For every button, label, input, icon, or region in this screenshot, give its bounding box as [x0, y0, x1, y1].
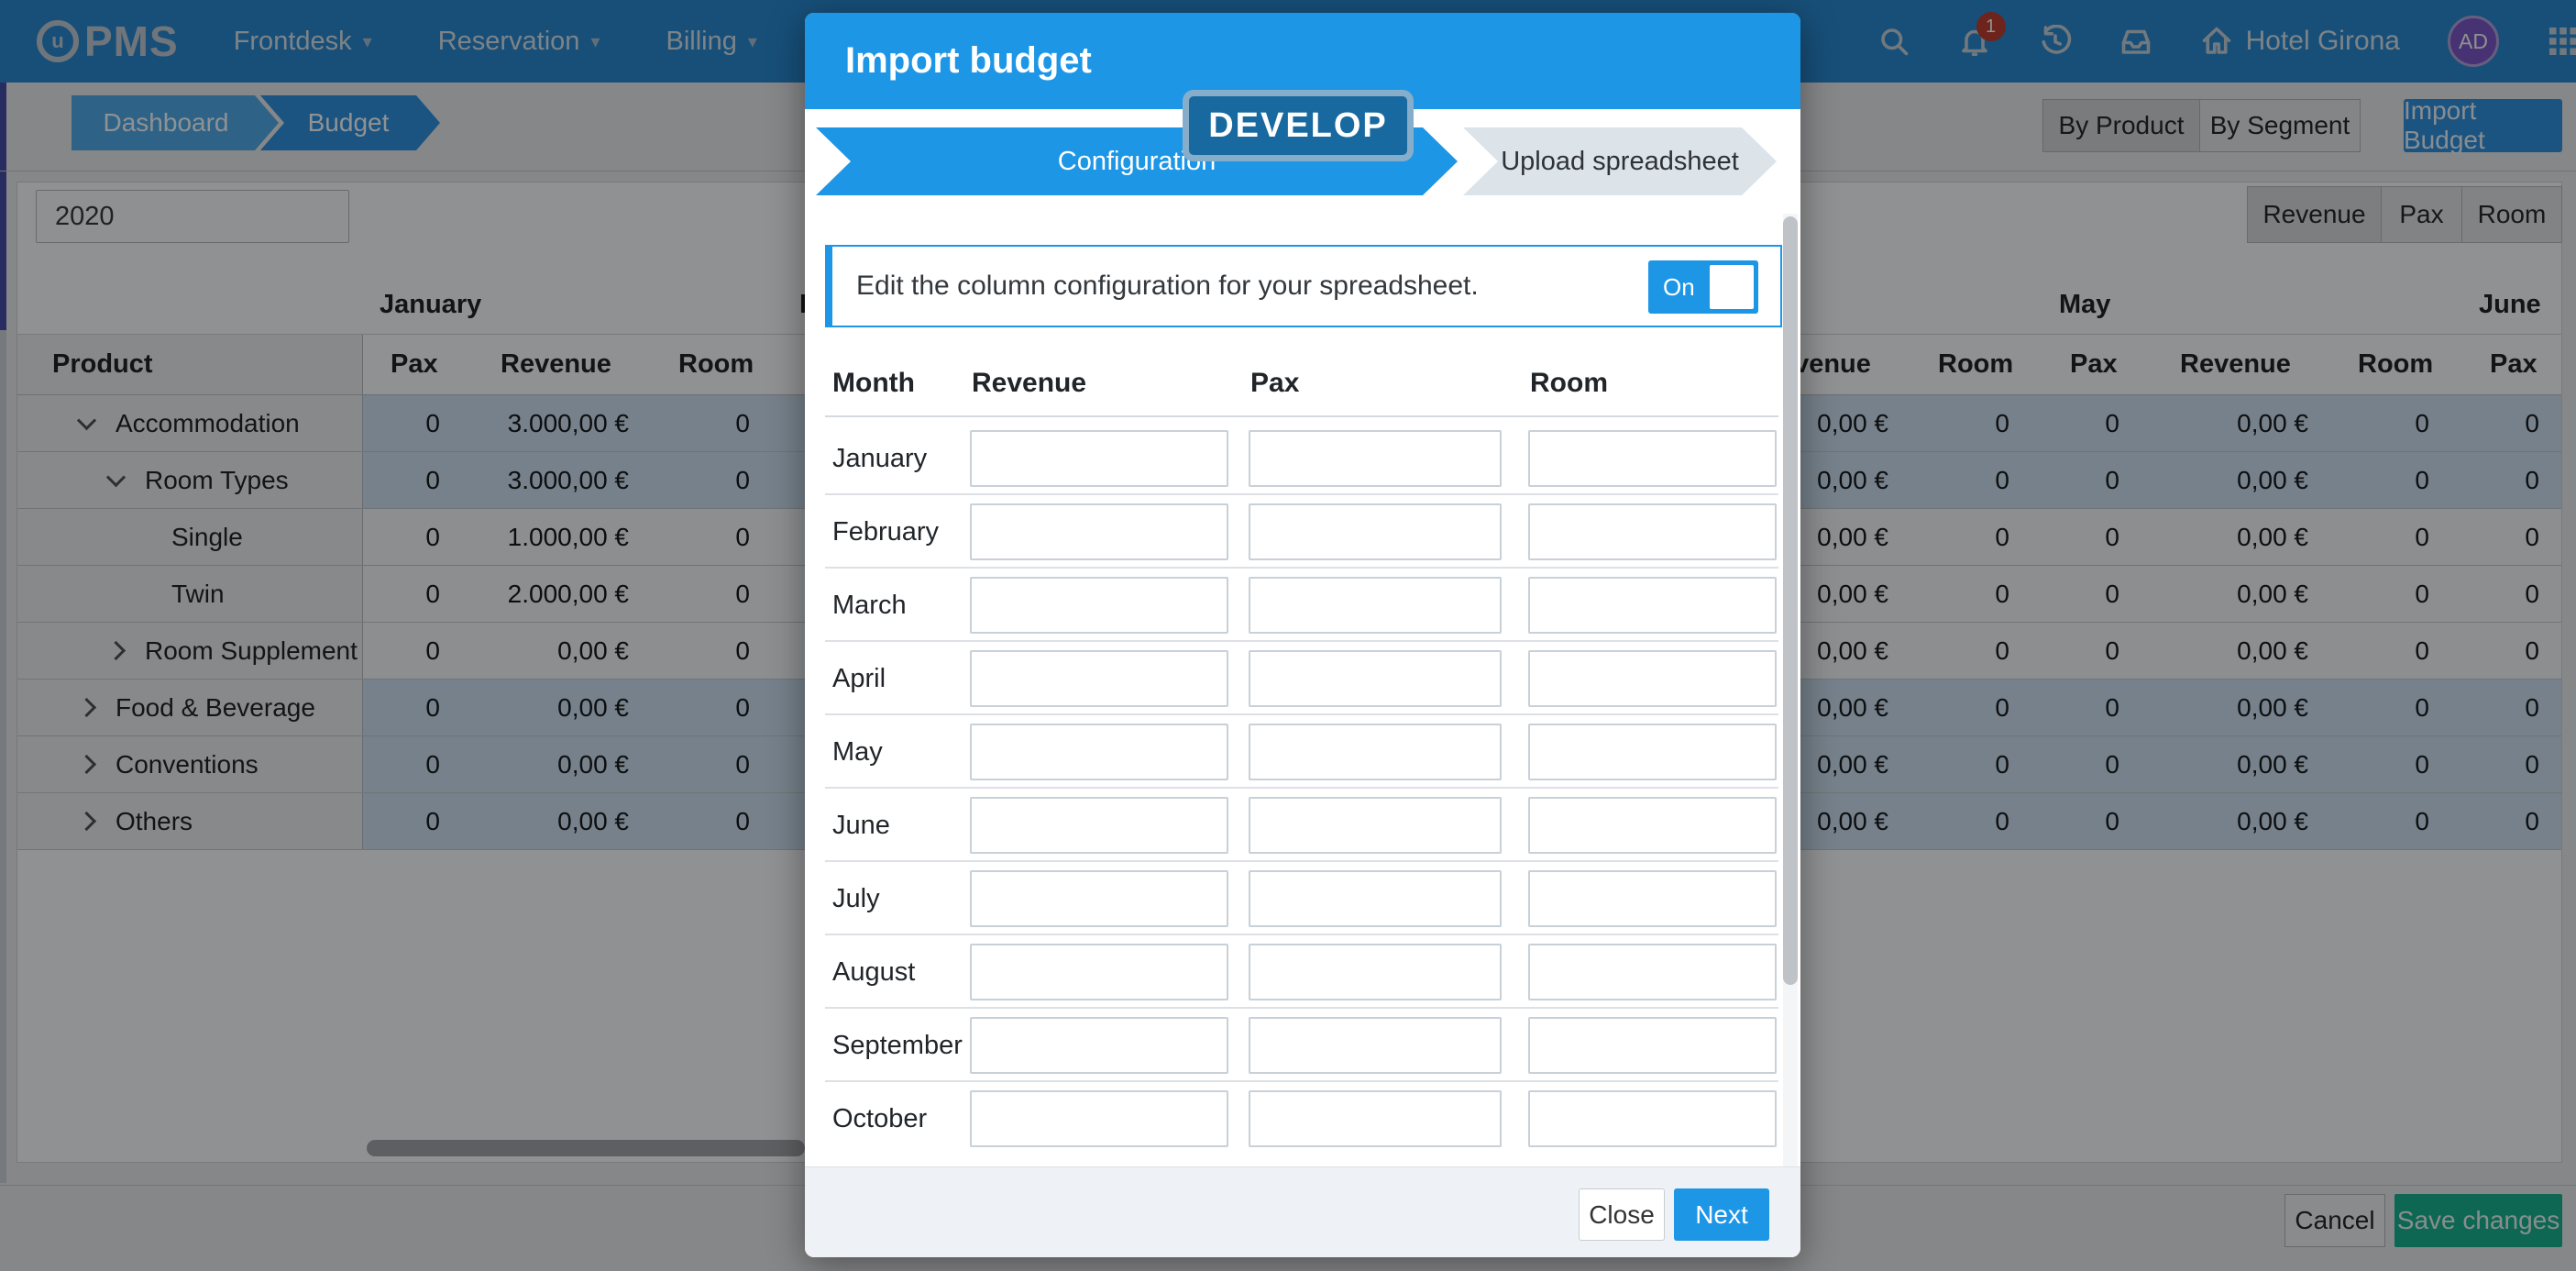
close-button[interactable]: Close	[1579, 1188, 1665, 1241]
modal-month-row: February	[825, 495, 1778, 569]
toggle-knob	[1710, 265, 1754, 309]
modal-input-september-pax[interactable]	[1249, 1017, 1502, 1074]
modal-input-may-room[interactable]	[1528, 724, 1777, 780]
modal-input-may-revenue[interactable]	[970, 724, 1228, 780]
modal-input-march-revenue[interactable]	[970, 577, 1228, 634]
modal-input-september-revenue[interactable]	[970, 1017, 1228, 1074]
modal-footer: Close Next	[805, 1166, 1800, 1257]
modal-month-label: October	[832, 1104, 927, 1134]
modal-input-january-room[interactable]	[1528, 430, 1777, 487]
modal-input-june-room[interactable]	[1528, 797, 1777, 854]
modal-month-row: August	[825, 935, 1778, 1009]
modal-header-month: Month	[832, 368, 915, 399]
modal-input-october-revenue[interactable]	[970, 1090, 1228, 1147]
import-budget-modal: Import budget Configuration Upload sprea…	[805, 13, 1800, 1257]
modal-input-march-pax[interactable]	[1249, 577, 1502, 634]
modal-month-label: May	[832, 737, 883, 768]
modal-month-label: February	[832, 517, 939, 547]
develop-environment-badge: DEVELOP	[1183, 90, 1414, 161]
modal-input-april-pax[interactable]	[1249, 650, 1502, 707]
modal-month-row: May	[825, 715, 1778, 789]
modal-header-room: Room	[1530, 368, 1608, 399]
modal-input-october-room[interactable]	[1528, 1090, 1777, 1147]
modal-month-row: March	[825, 569, 1778, 642]
modal-month-label: January	[832, 444, 927, 474]
modal-input-september-room[interactable]	[1528, 1017, 1777, 1074]
modal-month-row: April	[825, 642, 1778, 715]
modal-title: Import budget	[845, 40, 1092, 82]
modal-month-label: September	[832, 1031, 963, 1061]
modal-month-row: October	[825, 1082, 1778, 1155]
config-description: Edit the column configuration for your s…	[856, 271, 1479, 302]
modal-month-label: March	[832, 591, 907, 621]
modal-input-january-pax[interactable]	[1249, 430, 1502, 487]
modal-month-label: April	[832, 664, 886, 694]
modal-input-january-revenue[interactable]	[970, 430, 1228, 487]
next-button[interactable]: Next	[1674, 1188, 1769, 1241]
modal-input-february-revenue[interactable]	[970, 503, 1228, 560]
modal-input-april-room[interactable]	[1528, 650, 1777, 707]
modal-month-row: January	[825, 422, 1778, 495]
modal-table-header: Month Revenue Pax Room	[825, 357, 1778, 417]
modal-input-may-pax[interactable]	[1249, 724, 1502, 780]
modal-input-july-revenue[interactable]	[970, 870, 1228, 927]
modal-month-label: July	[832, 884, 880, 914]
modal-input-july-pax[interactable]	[1249, 870, 1502, 927]
modal-input-august-room[interactable]	[1528, 944, 1777, 1000]
modal-table-rows: January February March April May June July Augu…	[825, 422, 1778, 1155]
modal-input-june-pax[interactable]	[1249, 797, 1502, 854]
modal-month-label: June	[832, 811, 890, 841]
modal-input-october-pax[interactable]	[1249, 1090, 1502, 1147]
step-upload-spreadsheet[interactable]: Upload spreadsheet	[1463, 127, 1777, 195]
modal-input-february-pax[interactable]	[1249, 503, 1502, 560]
modal-header-pax: Pax	[1250, 368, 1299, 399]
modal-month-row: September	[825, 1009, 1778, 1082]
edit-columns-toggle[interactable]: On	[1648, 260, 1758, 314]
modal-body: Edit the column configuration for your s…	[805, 214, 1800, 1166]
modal-month-label: August	[832, 957, 915, 988]
modal-input-july-room[interactable]	[1528, 870, 1777, 927]
modal-input-march-room[interactable]	[1528, 577, 1777, 634]
modal-month-row: July	[825, 862, 1778, 935]
modal-input-august-revenue[interactable]	[970, 944, 1228, 1000]
modal-header-revenue: Revenue	[972, 368, 1086, 399]
config-toggle-box: Edit the column configuration for your s…	[825, 245, 1782, 327]
modal-input-april-revenue[interactable]	[970, 650, 1228, 707]
modal-input-august-pax[interactable]	[1249, 944, 1502, 1000]
modal-month-row: June	[825, 789, 1778, 862]
modal-input-june-revenue[interactable]	[970, 797, 1228, 854]
modal-input-february-room[interactable]	[1528, 503, 1777, 560]
modal-scrollbar-thumb[interactable]	[1783, 216, 1798, 985]
toggle-on-label: On	[1663, 273, 1695, 302]
